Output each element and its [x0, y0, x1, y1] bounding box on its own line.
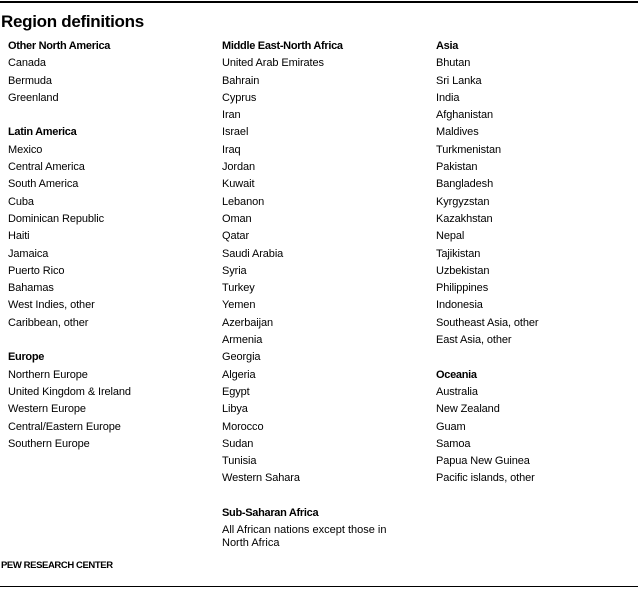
region-item: South America [8, 178, 79, 191]
region-item: Uzbekistan [436, 264, 490, 277]
region-heading: Europe [8, 351, 45, 364]
region-item: West Indies, other [8, 299, 95, 312]
region-item: Northern Europe [8, 368, 88, 381]
region-item: Maldives [436, 126, 479, 139]
region-note: All African nations except those in Nort… [222, 524, 387, 549]
region-item: Nepal [436, 230, 465, 243]
region-item: United Kingdom & Ireland [8, 385, 131, 398]
region-item: Tunisia [222, 455, 257, 468]
region-item: Saudi Arabia [222, 247, 284, 260]
region-item: Afghanistan [436, 109, 493, 122]
region-item: Tajikistan [436, 247, 481, 260]
region-item: Cuba [8, 195, 34, 208]
region-item: Jamaica [8, 247, 49, 260]
region-item: Southeast Asia, other [436, 316, 539, 329]
region-item: Armenia [222, 334, 263, 347]
region-item: Mexico [8, 143, 43, 156]
region-item: Jordan [222, 161, 256, 174]
region-group-oceania: Oceania Australia New Zealand Guam Samoa Papu… [436, 367, 640, 488]
region-item: Dominican Republic [8, 212, 105, 225]
region-heading: Middle East-North Africa [222, 40, 343, 52]
region-group-latin-america: Latin America Mexico Central America South … [8, 124, 213, 332]
region-item: Central America [8, 161, 85, 174]
region-item: Bangladesh [436, 178, 494, 191]
region-item: Puerto Rico [8, 264, 65, 277]
region-item: New Zealand [436, 403, 500, 416]
region-item: Sudan [222, 437, 254, 450]
region-item: Samoa [436, 437, 471, 450]
region-item: Bermuda [8, 74, 52, 87]
region-item: Turkmenistan [436, 143, 502, 156]
region-item: East Asia, other [436, 334, 512, 347]
region-item: Kuwait [222, 178, 255, 191]
region-item: Caribbean, other [8, 316, 89, 329]
region-item: Bhutan [436, 57, 471, 70]
region-group-middle-east-north-africa: Middle East-North Africa United Arab Emir… [222, 38, 427, 488]
region-item: Iraq [222, 143, 241, 156]
region-item: Bahamas [8, 282, 54, 295]
region-item: Southern Europe [8, 437, 90, 450]
region-item: Kyrgyzstan [436, 195, 490, 208]
region-item: Central/Eastern Europe [8, 420, 121, 433]
region-item: Greenland [8, 91, 59, 104]
region-heading: Asia [436, 40, 459, 52]
region-group-asia: Asia Bhutan Sri Lanka India Afghanistan Maldi… [436, 38, 640, 349]
region-item: Haiti [8, 230, 30, 243]
column-3: Asia Bhutan Sri Lanka India Afghanistan Maldi… [436, 38, 640, 505]
region-item: Papua New Guinea [436, 455, 530, 468]
region-item: Canada [8, 57, 46, 70]
region-group-sub-saharan-africa: Sub-Saharan Africa All African nations ex… [222, 505, 427, 549]
region-item: Pakistan [436, 161, 478, 174]
region-item: Indonesia [436, 299, 483, 312]
region-item: Guam [436, 420, 466, 433]
region-heading: Oceania [436, 368, 477, 381]
page-title: Region definitions [1, 12, 144, 31]
region-heading: Other North America [8, 40, 111, 52]
region-heading: Sub-Saharan Africa [222, 507, 319, 520]
region-item: Lebanon [222, 195, 265, 208]
region-item: Qatar [222, 230, 250, 243]
region-item: Azerbaijan [222, 316, 273, 329]
region-item: Morocco [222, 420, 264, 433]
region-group-other-north-america: Other North America Canada Bermuda Greenlan… [8, 38, 213, 107]
region-heading: Latin America [8, 126, 77, 139]
region-item: United Arab Emirates [222, 57, 324, 70]
region-item: Turkey [222, 282, 255, 295]
region-item: Cyprus [222, 91, 257, 104]
source-credit: PEW RESEARCH CENTER [1, 560, 113, 571]
column-2: Middle East-North Africa United Arab Emir… [222, 38, 427, 567]
region-item: Yemen [222, 299, 256, 312]
region-item: Sri Lanka [436, 74, 482, 87]
region-item: Syria [222, 264, 247, 277]
region-item: Iran [222, 109, 241, 122]
region-item: Western Sahara [222, 472, 300, 485]
region-item: Philippines [436, 282, 489, 295]
region-item: Oman [222, 212, 252, 225]
top-rule [0, 1, 638, 3]
region-item: Kazakhstan [436, 212, 493, 225]
bottom-rule [0, 586, 638, 587]
region-group-europe: Europe Northern Europe United Kingdom & Ir… [8, 349, 213, 453]
region-item: Australia [436, 385, 478, 398]
region-item: Western Europe [8, 403, 86, 416]
region-item: Algeria [222, 368, 256, 381]
region-item: Bahrain [222, 74, 260, 87]
region-item: India [436, 91, 460, 104]
region-item: Israel [222, 126, 249, 139]
column-1: Other North America Canada Bermuda Greenlan… [8, 38, 213, 470]
region-item: Georgia [222, 351, 261, 364]
region-item: Pacific islands, other [436, 472, 535, 485]
region-item: Egypt [222, 385, 250, 398]
region-item: Libya [222, 403, 248, 416]
